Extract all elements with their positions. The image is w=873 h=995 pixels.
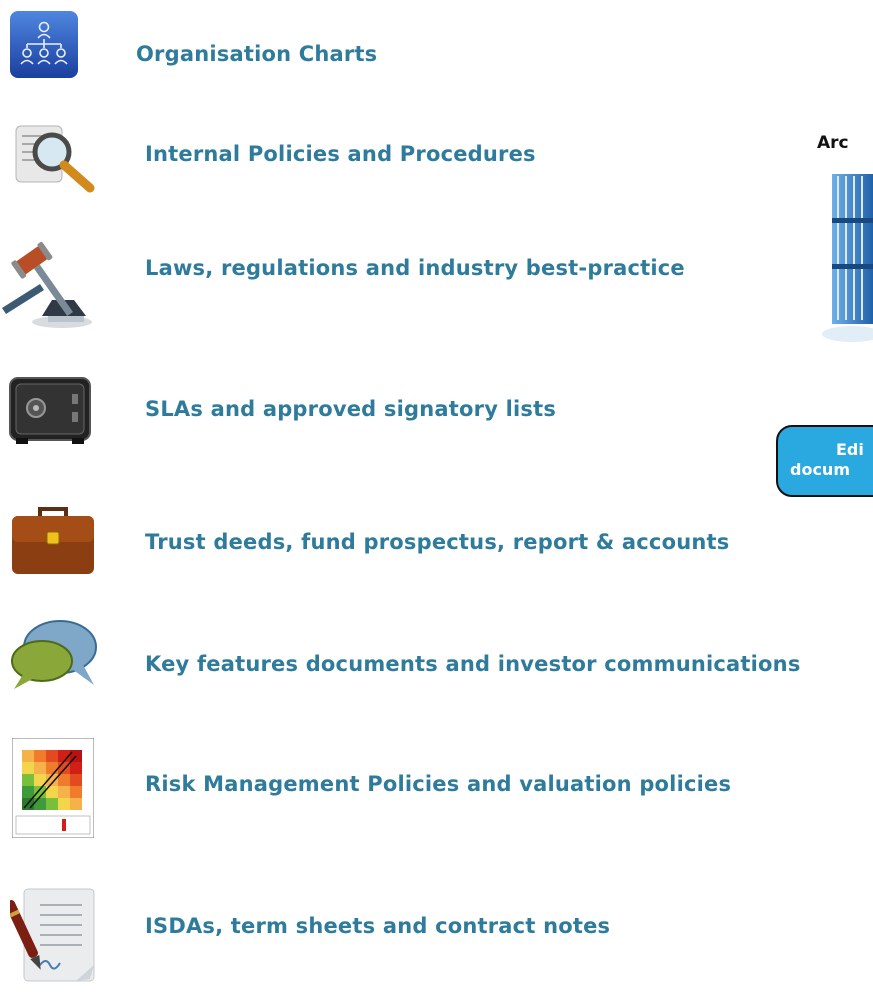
speech-bubbles-icon xyxy=(8,617,98,697)
org-chart-icon xyxy=(10,11,78,82)
contract-pen-icon xyxy=(5,885,102,995)
archive-binders-icon[interactable] xyxy=(818,170,873,350)
item-label-organisation-charts[interactable]: Organisation Charts xyxy=(136,42,377,66)
item-label-trust-deeds[interactable]: Trust deeds, fund prospectus, report & a… xyxy=(145,530,729,554)
briefcase-icon xyxy=(10,502,96,582)
gavel-icon xyxy=(2,230,98,340)
safe-icon xyxy=(8,376,92,450)
edit-documents-button[interactable]: Edi docum xyxy=(776,425,873,497)
edit-button-line1: Edi xyxy=(836,440,864,459)
item-label-internal-policies[interactable]: Internal Policies and Procedures xyxy=(145,142,536,166)
magnifier-document-icon xyxy=(12,120,98,198)
edit-button-line2: docum xyxy=(790,460,850,479)
item-label-risk-management[interactable]: Risk Management Policies and valuation p… xyxy=(145,772,731,796)
archive-label: Arc xyxy=(817,133,849,153)
item-label-key-features[interactable]: Key features documents and investor comm… xyxy=(145,652,801,676)
item-label-laws-regulations[interactable]: Laws, regulations and industry best-prac… xyxy=(145,256,685,280)
item-label-isdas[interactable]: ISDAs, term sheets and contract notes xyxy=(145,914,610,938)
risk-heatmap-icon xyxy=(11,737,95,842)
item-label-slas-signatory[interactable]: SLAs and approved signatory lists xyxy=(145,397,556,421)
